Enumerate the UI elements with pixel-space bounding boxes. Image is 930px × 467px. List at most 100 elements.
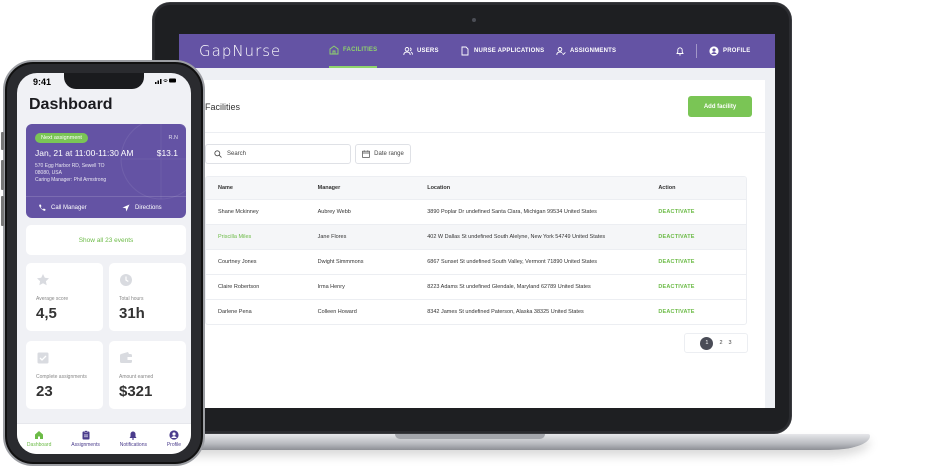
manager-line: Caring Manager: Phil Armstrong: [35, 177, 107, 183]
page-button[interactable]: 2: [719, 340, 722, 346]
location: 402 W Dallas St undefined South Alelyne,…: [427, 234, 606, 240]
wallet-icon: [120, 352, 132, 363]
building-icon: [329, 45, 339, 55]
checklist-icon: [37, 352, 49, 364]
search-placeholder: Search: [227, 151, 247, 157]
navigation-arrow-icon: [122, 204, 130, 211]
column-header[interactable]: Location: [427, 185, 658, 191]
address-line: 570 Egg Harbor RD, Sewell TO: [35, 163, 105, 169]
page-button-current[interactable]: 1: [700, 336, 714, 350]
deactivate-button[interactable]: DEACTIVATE: [658, 234, 746, 240]
facilities-panel: Facilities Add facility Search Date rang…: [179, 80, 765, 408]
page-button[interactable]: 3: [729, 340, 732, 346]
home-icon: [35, 431, 44, 439]
nav-assignments[interactable]: ASSIGNMENTS: [556, 34, 616, 68]
web-app-screen: GapNurse FACILITIES USERS NURSE APPLICAT…: [179, 34, 775, 408]
table-row[interactable]: Courtney Jones Dwight Simmmons 6867 Suns…: [206, 249, 746, 274]
document-icon: [461, 46, 469, 56]
deactivate-button[interactable]: DEACTIVATE: [658, 284, 746, 290]
manager-name: Jane Flores: [317, 234, 347, 240]
nav-label: USERS: [417, 48, 439, 54]
facility-name: Courtney Jones: [218, 259, 257, 265]
directions-label: Directions: [135, 204, 162, 211]
stat-amount-earned: Amount earned $321: [109, 341, 186, 409]
table-row[interactable]: Shane Mckinney Aubrey Webb 3890 Poplar D…: [206, 199, 746, 224]
table-row[interactable]: Claire Robertson Irma Henry 8223 Adams S…: [206, 274, 746, 299]
show-all-events-button[interactable]: Show all 23 events: [26, 225, 186, 255]
stat-value: 4,5: [36, 305, 57, 322]
bell-icon: [129, 431, 137, 440]
nav-users[interactable]: USERS: [403, 34, 439, 68]
laptop-frame: GapNurse FACILITIES USERS NURSE APPLICAT…: [152, 2, 792, 434]
search-icon: [214, 150, 222, 158]
signal-icon: [155, 78, 176, 84]
facility-name: Priscilla Miles: [218, 234, 252, 240]
stat-value: $321: [119, 383, 153, 400]
deactivate-button[interactable]: DEACTIVATE: [658, 209, 746, 215]
app-logo[interactable]: GapNurse: [199, 42, 281, 60]
facility-name: Claire Robertson: [218, 284, 260, 290]
notifications-button[interactable]: [675, 34, 685, 68]
call-manager-button[interactable]: Call Manager: [38, 204, 87, 212]
clipboard-icon: [82, 430, 90, 440]
location: 3890 Poplar Dr undefined Santa Clara, Mi…: [427, 209, 597, 215]
profile-menu[interactable]: PROFILE: [709, 34, 750, 68]
call-manager-label: Call Manager: [51, 204, 87, 211]
nav-label: NURSE APPLICATIONS: [474, 48, 545, 54]
tab-profile[interactable]: Profile: [167, 430, 181, 448]
nav-label: FACILITIES: [343, 47, 378, 53]
tab-label: Assignments: [71, 442, 100, 448]
clock-icon: [120, 274, 132, 286]
stat-complete-assignments: Complete assignments 23: [26, 341, 103, 409]
bottom-tab-bar: Dashboard Assignments Notifications Prof…: [17, 423, 191, 454]
assignment-address: 570 Egg Harbor RD, Sewell TO 08080, USA …: [35, 163, 135, 184]
table-header: Name Manager Location Action: [206, 177, 746, 199]
assignment-actions: Call Manager Directions: [26, 196, 186, 218]
tab-dashboard[interactable]: Dashboard: [27, 430, 51, 448]
column-header[interactable]: Manager: [318, 185, 428, 191]
facility-name: Darlene Pena: [218, 309, 252, 315]
user-check-icon: [556, 47, 566, 56]
page-title: Dashboard: [29, 96, 113, 113]
tab-notifications[interactable]: Notifications: [120, 430, 147, 448]
users-icon: [403, 47, 413, 56]
manager-name: Dwight Simmmons: [317, 259, 364, 265]
column-header[interactable]: Name: [206, 185, 318, 191]
nav-nurse-applications[interactable]: NURSE APPLICATIONS: [460, 34, 544, 68]
status-icons: [155, 77, 177, 86]
stat-label: Total hours: [119, 296, 144, 302]
next-assignment-card[interactable]: Next assignment R.N Jan, 21 at 11:00-11:…: [26, 124, 186, 218]
location: 8223 Adams St undefined Glendale, Maryla…: [427, 284, 591, 290]
stat-label: Amount earned: [119, 374, 154, 380]
assignment-time: Jan, 21 at 11:00-11:30 AM: [35, 148, 134, 158]
search-input[interactable]: Search: [205, 144, 351, 164]
add-facility-button[interactable]: Add facility: [688, 96, 752, 117]
phone-frame: 9:41 Dashboard Next assignment R.N Jan, …: [1, 60, 205, 466]
date-range-label: Date range: [374, 151, 404, 157]
address-line: 08080, USA: [35, 170, 62, 176]
deactivate-button[interactable]: DEACTIVATE: [658, 309, 746, 315]
nav-label: ASSIGNMENTS: [570, 48, 617, 54]
tab-assignments[interactable]: Assignments: [71, 430, 100, 448]
next-assignment-badge: Next assignment: [35, 133, 88, 143]
profile-label: PROFILE: [723, 48, 751, 54]
stat-value: 23: [36, 383, 53, 400]
role-label: R.N: [168, 135, 178, 141]
pagination: 1 2 3: [684, 333, 748, 353]
bell-icon: [676, 47, 684, 56]
stat-label: Complete assignments: [36, 374, 87, 380]
divider: [205, 132, 765, 133]
table-row[interactable]: Priscilla Miles Jane Flores 402 W Dallas…: [206, 224, 746, 249]
person-icon: [169, 430, 179, 440]
calendar-icon: [362, 150, 370, 158]
nav-facilities[interactable]: FACILITIES: [329, 34, 378, 68]
date-range-button[interactable]: Date range: [355, 144, 411, 164]
table-row[interactable]: Darlene Pena Colleen Howard 8342 James S…: [206, 299, 746, 324]
deactivate-button[interactable]: DEACTIVATE: [658, 259, 746, 265]
stat-label: Average score: [36, 296, 69, 302]
phone-side-button: [1, 196, 4, 226]
directions-button[interactable]: Directions: [122, 204, 162, 212]
manager-name: Aubrey Webb: [317, 209, 351, 215]
phone-icon: [39, 204, 46, 211]
laptop-hinge-notch: [395, 434, 545, 439]
